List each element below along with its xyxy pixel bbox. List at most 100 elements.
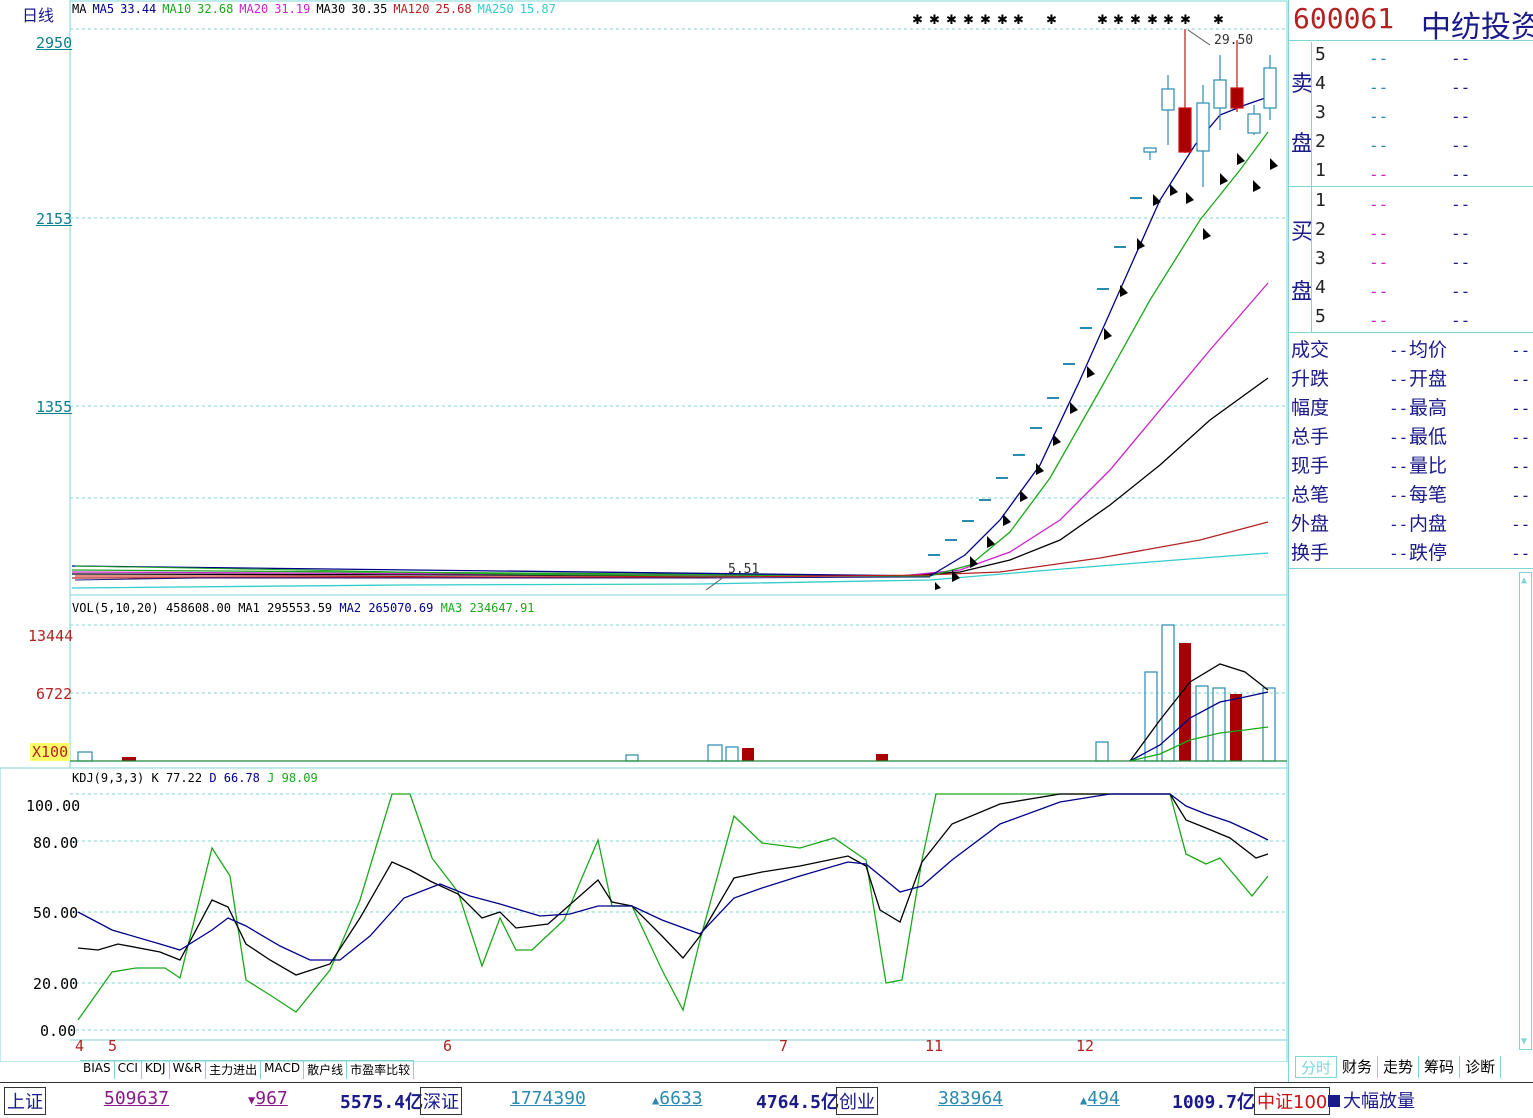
buy-vol-5: -- — [1451, 311, 1471, 330]
sz-volume: 1774390 — [510, 1088, 586, 1109]
stat-value-limit-down: -- — [1511, 544, 1531, 563]
stat-value-volume: -- — [1389, 341, 1409, 360]
svg-text:✱: ✱ — [1113, 13, 1124, 28]
buy-vol-1: -- — [1451, 195, 1471, 214]
big-volume-alert[interactable]: 大幅放量 — [1328, 1087, 1415, 1113]
stock-code: 600061 — [1293, 2, 1395, 35]
sz-amount: 4764.5亿 — [756, 1092, 840, 1113]
stat-label-pct: 幅度 — [1291, 397, 1330, 419]
tab-kdj[interactable]: KDJ — [142, 1061, 170, 1079]
svg-text:✱: ✱ — [1130, 13, 1141, 28]
kdj-j-line — [77, 793, 1269, 1021]
ma30-line — [71, 377, 1269, 577]
month-label-4: 4 — [75, 1037, 85, 1055]
svg-text:✱: ✱ — [980, 13, 991, 28]
tab-cci[interactable]: CCI — [115, 1061, 142, 1079]
stat-value-open: -- — [1511, 370, 1531, 389]
volume-ma3-value: 234647.91 — [469, 601, 535, 615]
price-gridlines — [70, 28, 1287, 499]
ma10-name: MA10 — [162, 2, 192, 16]
signal-stars: ✱ ✱ ✱ ✱ ✱ ✱ ✱ ✱ ✱ ✱ ✱ ✱ ✱ ✱ ✱ — [912, 13, 1224, 28]
stat-value-vol-ratio: -- — [1511, 457, 1531, 476]
buy-label-2: 盘 — [1291, 280, 1314, 305]
sell-price-column: -- -- -- -- -- — [1369, 44, 1388, 189]
cy-index-label[interactable]: 创业 — [836, 1087, 878, 1115]
svg-text:✱: ✱ — [929, 13, 940, 28]
tab-retail-line[interactable]: 散户线 — [304, 1061, 348, 1079]
ma-label: MA — [72, 2, 87, 16]
ma5-line — [71, 96, 1269, 577]
indicator-tabs: BIAS CCI KDJ W&R 主力进出 MACD 散户线 市盈率比较 — [80, 1060, 415, 1079]
stat-value-current-hands: -- — [1389, 457, 1409, 476]
volume-title: VOL(5,10,20) — [72, 601, 159, 615]
tab-chips[interactable]: 筹码 — [1419, 1056, 1461, 1078]
tab-wr[interactable]: W&R — [170, 1061, 207, 1079]
price-axis-label-mid: 2153 — [36, 210, 73, 228]
scroll-down-icon[interactable]: ▼ — [1521, 1036, 1527, 1047]
sell-price-1: -- — [1369, 165, 1389, 184]
ma5-value: 33.44 — [120, 2, 157, 16]
stat-value-per-trade: -- — [1511, 486, 1531, 505]
kdj-axis-100: 100.00 — [26, 797, 81, 815]
sh-volume: 509637 — [104, 1088, 170, 1109]
kdj-lines — [77, 793, 1269, 1021]
scroll-up-icon[interactable]: ▲ — [1521, 575, 1527, 586]
buy-level-5: 5 — [1315, 306, 1326, 327]
kdj-axis-20: 20.00 — [33, 975, 79, 993]
stat-label-inner: 内盘 — [1409, 513, 1448, 535]
kdj-axis-80: 80.00 — [33, 834, 79, 852]
sell-vol-3: -- — [1451, 107, 1471, 126]
stat-label-turnover: 换手 — [1291, 542, 1330, 564]
sz-index-label[interactable]: 深证 — [420, 1087, 462, 1115]
sell-price-2: -- — [1369, 136, 1389, 155]
stat-value-low: -- — [1511, 428, 1531, 447]
tab-macd[interactable]: MACD — [261, 1061, 305, 1079]
scrollbar[interactable]: ▲ ▼ — [1519, 572, 1532, 1050]
sz-change-value: 6633 — [659, 1088, 703, 1109]
tab-intraday[interactable]: 分时 — [1295, 1056, 1338, 1078]
svg-text:✱: ✱ — [963, 13, 974, 28]
stat-label-high: 最高 — [1409, 397, 1448, 419]
sh-amount: 5575.4亿 — [340, 1092, 424, 1113]
period-label[interactable]: 日线 — [22, 2, 54, 26]
stat-label-limit-down: 跌停 — [1409, 542, 1448, 564]
volume-value: 458608.00 — [165, 601, 231, 615]
tab-finance[interactable]: 财务 — [1337, 1056, 1379, 1078]
volume-legend: VOL(5,10,20) 458608.00 MA1 295553.59 MA2… — [72, 601, 535, 615]
tab-pe-compare[interactable]: 市盈率比较 — [347, 1061, 415, 1079]
sell-label-2: 盘 — [1291, 132, 1314, 157]
sell-level-5: 5 — [1315, 44, 1326, 65]
kdj-j-label: J — [267, 771, 275, 785]
volume-ma1-label: MA1 — [238, 601, 260, 615]
stat-label-vol-ratio: 量比 — [1409, 455, 1448, 477]
svg-text:✱: ✱ — [1147, 13, 1158, 28]
chart-canvas[interactable]: ✱ ✱ ✱ ✱ ✱ ✱ ✱ ✱ ✱ ✱ ✱ ✱ ✱ ✱ ✱ — [0, 0, 1288, 1062]
sh-index-label[interactable]: 上证 — [4, 1087, 46, 1115]
ma120-value: 25.68 — [435, 2, 472, 16]
buy-label-1: 买 — [1291, 220, 1314, 245]
high-marker-line — [1187, 29, 1211, 46]
kdj-k-line — [77, 793, 1269, 976]
kdj-j-value: 98.09 — [281, 771, 318, 785]
svg-text:✱: ✱ — [1180, 13, 1191, 28]
buy-price-2: -- — [1369, 224, 1389, 243]
tab-bias[interactable]: BIAS — [80, 1061, 115, 1079]
cy-change: ▲494 — [1080, 1088, 1120, 1109]
tab-diagnosis[interactable]: 诊断 — [1460, 1056, 1502, 1078]
kdj-k-label: K — [151, 771, 159, 785]
month-label-6: 6 — [443, 1037, 453, 1055]
cy-change-value: 494 — [1087, 1088, 1120, 1109]
stat-value-turnover: -- — [1389, 544, 1409, 563]
ma20-name: MA20 — [239, 2, 269, 16]
buy-price-4: -- — [1369, 282, 1389, 301]
buy-vol-3: -- — [1451, 253, 1471, 272]
buy-level-2: 2 — [1315, 219, 1326, 240]
zz100-label[interactable]: 中证100 — [1254, 1087, 1331, 1115]
stat-label-per-trade: 每笔 — [1409, 484, 1448, 506]
stats-mid-values: -- -- -- -- -- -- -- -- — [1511, 336, 1530, 568]
tab-main-flow[interactable]: 主力进出 — [206, 1061, 262, 1079]
tab-trend[interactable]: 走势 — [1378, 1056, 1420, 1078]
sell-vol-column: -- -- -- -- -- — [1451, 44, 1470, 189]
stat-label-open: 开盘 — [1409, 368, 1448, 390]
sell-level-2: 2 — [1315, 131, 1326, 152]
